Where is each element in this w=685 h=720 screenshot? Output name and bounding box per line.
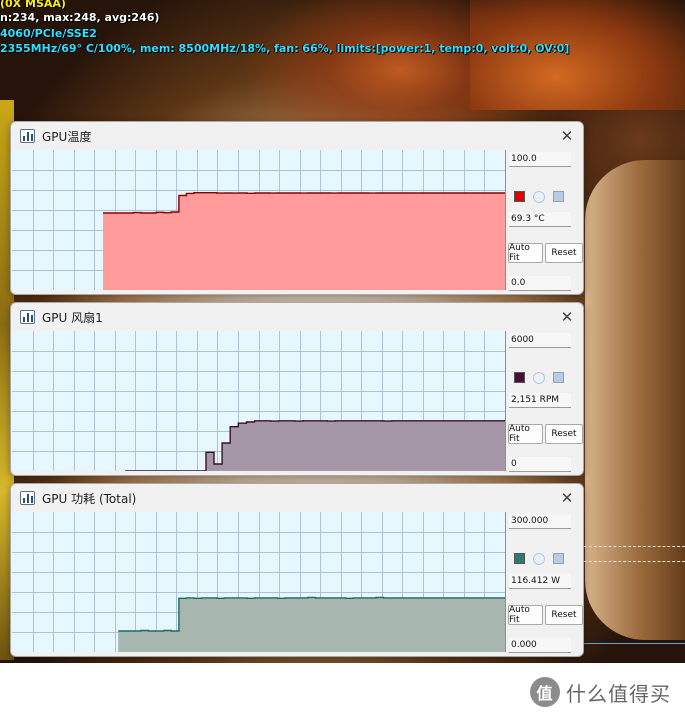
graph-area [12,512,506,652]
gpu-fan-window[interactable]: GPU 风扇1 ✕ 6000 2,151 RPM Auto Fit Reset … [10,302,584,476]
graph-controls: 6000 2,151 RPM Auto Fit Reset 0 [508,331,583,473]
title-bar[interactable]: GPU温度 ✕ [11,122,583,150]
sensor-graph-icon [20,310,35,324]
current-value-readout: 116.412 W [509,574,571,589]
series-area [103,192,505,290]
reset-button[interactable]: Reset [545,243,583,263]
background-color-swatch[interactable] [553,191,564,202]
current-value-readout: 69.3 °C [509,212,571,227]
title-bar[interactable]: GPU 风扇1 ✕ [11,303,583,331]
close-icon[interactable]: ✕ [557,307,577,327]
window-title: GPU温度 [42,130,92,144]
line-color-swatch[interactable] [514,372,525,383]
line-color-swatch[interactable] [514,191,525,202]
max-value-field[interactable]: 100.0 [509,152,571,167]
gpu-power-window[interactable]: GPU 功耗 (Total) ✕ 300.000 116.412 W Auto … [10,483,584,657]
graph-controls: 100.0 69.3 °C Auto Fit Reset 0.0 [508,150,583,292]
transparency-toggle[interactable] [533,191,545,203]
title-bar[interactable]: GPU 功耗 (Total) ✕ [11,484,583,512]
min-value-field[interactable]: 0.000 [509,638,571,653]
current-value-readout: 2,151 RPM [509,393,571,408]
line-color-swatch[interactable] [514,553,525,564]
min-value-field[interactable]: 0.0 [509,276,571,291]
background-color-swatch[interactable] [553,553,564,564]
max-value-field[interactable]: 300.000 [509,514,571,529]
max-value-field[interactable]: 6000 [509,333,571,348]
sensor-graph-icon [20,491,35,505]
osd-line-1: (0X MSAA) [0,0,66,10]
sensor-graph-icon [20,129,35,143]
min-value-field[interactable]: 0 [509,457,571,472]
brand-text: 什么值得买 [566,681,671,706]
transparency-toggle[interactable] [533,372,545,384]
site-watermark: 值 什么值得买 [530,676,671,708]
osd-line-3: 4060/PCIe/SSE2 [0,27,97,40]
brand-logo-icon: 值 [530,677,560,707]
graph-controls: 300.000 116.412 W Auto Fit Reset 0.000 [508,512,583,654]
osd-line-2: n:234, max:248, avg:246) [0,11,160,24]
window-title: GPU 功耗 (Total) [42,492,137,506]
reset-button[interactable]: Reset [545,605,583,625]
auto-fit-button[interactable]: Auto Fit [508,605,543,625]
window-title: GPU 风扇1 [42,311,103,325]
graph-area [12,331,506,471]
background-color-swatch[interactable] [553,372,564,383]
gpu-temperature-window[interactable]: GPU温度 ✕ 100.0 69.3 °C Auto Fit Reset 0.0 [10,121,584,295]
series-area [125,420,505,471]
osd-line-4: 2355MHz/69° C/100%, mem: 8500MHz/18%, fa… [0,42,570,55]
reset-button[interactable]: Reset [545,424,583,444]
close-icon[interactable]: ✕ [557,488,577,508]
graph-area [12,150,506,290]
auto-fit-button[interactable]: Auto Fit [508,243,543,263]
transparency-toggle[interactable] [533,553,545,565]
auto-fit-button[interactable]: Auto Fit [508,424,543,444]
close-icon[interactable]: ✕ [557,126,577,146]
